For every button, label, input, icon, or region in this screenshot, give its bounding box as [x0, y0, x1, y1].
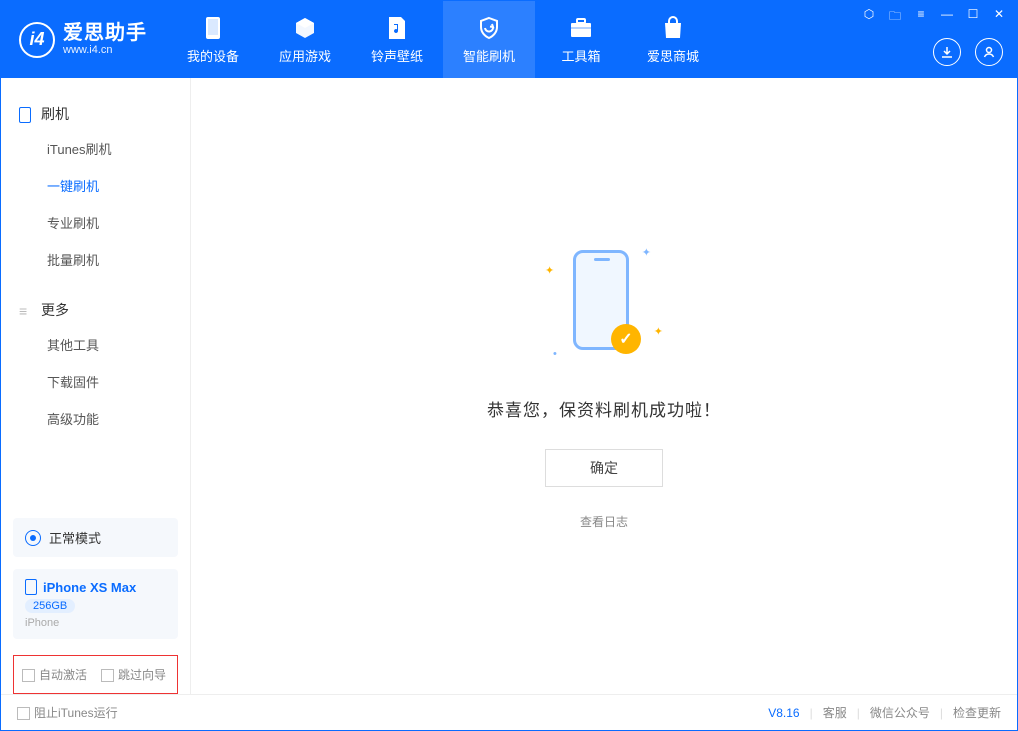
success-message: 恭喜您，保资料刷机成功啦！ [487, 396, 721, 421]
maximize-button[interactable]: ☐ [965, 7, 981, 28]
shield-refresh-icon [476, 15, 502, 41]
top-nav: 我的设备 应用游戏 铃声壁纸 智能刷机 工具箱 爱思商城 [167, 1, 719, 78]
logo: i4 爱思助手 www.i4.cn [1, 1, 167, 78]
logo-icon: i4 [19, 22, 55, 58]
footer: 阻止iTunes运行 V8.16 | 客服 | 微信公众号 | 检查更新 [1, 694, 1017, 730]
nav-apps[interactable]: 应用游戏 [259, 1, 351, 78]
device-capacity: 256GB [25, 599, 75, 613]
titlebar-controls: ⬡ 🗀 ≡ — ☐ ✕ [861, 7, 1007, 28]
list-icon: ≡ [19, 303, 33, 317]
device-icon [25, 579, 37, 595]
nav-label: 爱思商城 [647, 46, 699, 65]
check-badge-icon: ✓ [611, 324, 641, 354]
lock-icon[interactable]: 🗀 [887, 7, 903, 28]
footer-link-support[interactable]: 客服 [823, 704, 847, 721]
header-right-buttons [933, 38, 1003, 66]
music-file-icon [384, 15, 410, 41]
bag-icon [660, 15, 686, 41]
nav-label: 工具箱 [561, 46, 600, 65]
sidebar: 刷机 iTunes刷机 一键刷机 专业刷机 批量刷机 ≡ 更多 其他工具 下载固… [1, 78, 191, 694]
device-indicator[interactable]: iPhone XS Max 256GB iPhone [13, 569, 178, 639]
mode-indicator[interactable]: 正常模式 [13, 518, 178, 557]
app-title: 爱思助手 [63, 22, 147, 44]
header: i4 爱思助手 www.i4.cn 我的设备 应用游戏 铃声壁纸 智能刷机 工具… [1, 1, 1017, 78]
download-button[interactable] [933, 38, 961, 66]
device-name: iPhone XS Max [43, 580, 136, 595]
sidebar-section-more: ≡ 更多 [1, 294, 190, 326]
mode-label: 正常模式 [49, 528, 101, 547]
nav-store[interactable]: 爱思商城 [627, 1, 719, 78]
close-button[interactable]: ✕ [991, 7, 1007, 28]
sidebar-section-flash: 刷机 [1, 98, 190, 130]
highlighted-options: 自动激活 跳过向导 [13, 655, 178, 694]
success-illustration: ✦ ✦ • ✓ ✦ [539, 242, 669, 372]
nav-label: 智能刷机 [463, 46, 515, 65]
nav-toolbox[interactable]: 工具箱 [535, 1, 627, 78]
nav-label: 应用游戏 [279, 46, 331, 65]
menu-icon[interactable]: ≡ [913, 7, 929, 28]
footer-link-update[interactable]: 检查更新 [953, 704, 1001, 721]
sidebar-item-pro-flash[interactable]: 专业刷机 [1, 204, 190, 241]
cube-icon [292, 15, 318, 41]
mode-icon [25, 530, 41, 546]
sidebar-item-advanced[interactable]: 高级功能 [1, 400, 190, 437]
phone-icon [19, 107, 33, 121]
device-type: iPhone [25, 617, 166, 629]
shirt-icon[interactable]: ⬡ [861, 7, 877, 28]
app-subtitle: www.i4.cn [63, 44, 147, 56]
sidebar-item-batch-flash[interactable]: 批量刷机 [1, 241, 190, 278]
version-label: V8.16 [768, 706, 799, 720]
skip-guide-checkbox[interactable]: 跳过向导 [101, 666, 166, 683]
view-log-link[interactable]: 查看日志 [580, 513, 628, 530]
user-button[interactable] [975, 38, 1003, 66]
nav-label: 我的设备 [187, 46, 239, 65]
main-content: ✦ ✦ • ✓ ✦ 恭喜您，保资料刷机成功啦！ 确定 查看日志 [191, 78, 1017, 694]
sidebar-item-oneclick-flash[interactable]: 一键刷机 [1, 167, 190, 204]
footer-link-wechat[interactable]: 微信公众号 [870, 704, 930, 721]
nav-my-device[interactable]: 我的设备 [167, 1, 259, 78]
sidebar-item-other-tools[interactable]: 其他工具 [1, 326, 190, 363]
nav-flash[interactable]: 智能刷机 [443, 1, 535, 78]
ok-button[interactable]: 确定 [545, 449, 663, 487]
sidebar-item-itunes-flash[interactable]: iTunes刷机 [1, 130, 190, 167]
sidebar-item-download-firmware[interactable]: 下载固件 [1, 363, 190, 400]
toolbox-icon [568, 15, 594, 41]
device-icon [200, 15, 226, 41]
block-itunes-checkbox[interactable]: 阻止iTunes运行 [17, 704, 118, 721]
nav-label: 铃声壁纸 [371, 46, 423, 65]
minimize-button[interactable]: — [939, 7, 955, 28]
nav-ringtones[interactable]: 铃声壁纸 [351, 1, 443, 78]
auto-activate-checkbox[interactable]: 自动激活 [22, 666, 87, 683]
